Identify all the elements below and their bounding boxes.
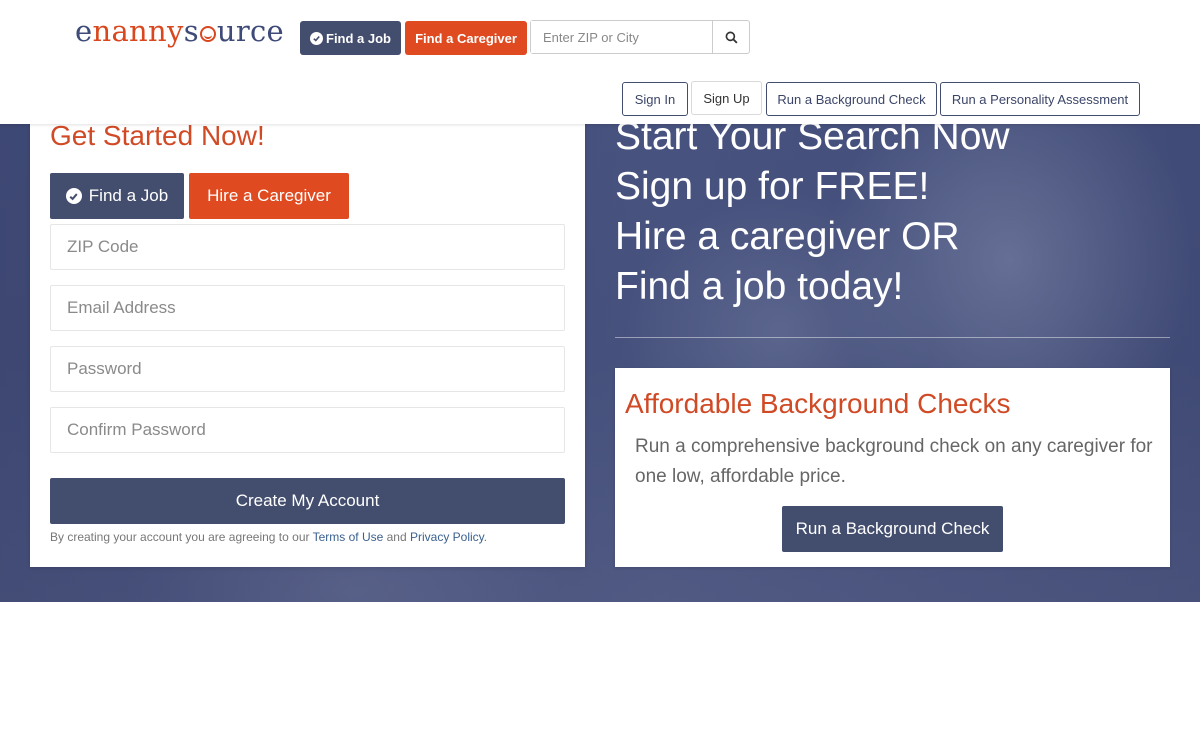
- header-find-caregiver-button[interactable]: Find a Caregiver: [405, 21, 527, 55]
- legal-and: and: [383, 530, 410, 544]
- legal-notice: By creating your account you are agreein…: [50, 530, 487, 544]
- check-circle-icon: [65, 188, 82, 204]
- password-field[interactable]: [50, 346, 565, 392]
- hero-headline: Start Your Search Now Sign up for FREE! …: [615, 112, 1175, 312]
- search-input[interactable]: [531, 21, 712, 53]
- sign-up-label: Sign Up: [703, 90, 750, 106]
- site-header: enannys urce Find a Job Find a Caregiver …: [0, 0, 1200, 124]
- tab-find-job[interactable]: Find a Job: [50, 173, 184, 219]
- background-check-card: Affordable Background Checks Run a compr…: [615, 368, 1170, 567]
- hero-line: Find a job today!: [615, 265, 904, 308]
- sign-up-button[interactable]: Sign Up: [691, 81, 762, 115]
- run-background-check-label: Run a Background Check: [795, 519, 990, 538]
- header-search: [530, 20, 750, 54]
- confirm-password-field[interactable]: [50, 407, 565, 453]
- tab-hire-caregiver[interactable]: Hire a Caregiver: [189, 173, 349, 219]
- legal-suffix: .: [483, 530, 488, 544]
- header-find-job-button[interactable]: Find a Job: [300, 21, 401, 55]
- logo-text-s: s: [183, 14, 199, 48]
- nav-personality-assessment-label: Run a Personality Assessment: [951, 91, 1129, 107]
- terms-of-use-link[interactable]: Terms of Use: [313, 530, 384, 544]
- background-check-description: Run a comprehensive background check on …: [635, 436, 1153, 487]
- create-account-button[interactable]: Create My Account: [50, 478, 565, 524]
- background-check-title: Affordable Background Checks: [625, 388, 1011, 419]
- privacy-policy-link[interactable]: Privacy Policy: [410, 530, 484, 544]
- header-find-job-label: Find a Job: [326, 30, 391, 46]
- logo-text-nanny: nanny: [92, 14, 184, 48]
- tab-hire-caregiver-label: Hire a Caregiver: [207, 186, 331, 205]
- sign-in-button[interactable]: Sign In: [622, 82, 688, 116]
- logo-text-e: e: [75, 14, 93, 48]
- create-account-label: Create My Account: [235, 491, 380, 510]
- check-circle-icon: [310, 31, 323, 45]
- email-field[interactable]: [50, 285, 565, 331]
- run-background-check-button[interactable]: Run a Background Check: [782, 506, 1003, 552]
- signup-card: Get Started Now! Find a Job Hire a Careg…: [30, 100, 585, 567]
- nav-personality-assessment-button[interactable]: Run a Personality Assessment: [940, 82, 1140, 116]
- nav-background-check-label: Run a Background Check: [777, 91, 926, 107]
- nav-background-check-button[interactable]: Run a Background Check: [766, 82, 937, 116]
- signup-title: Get Started Now!: [50, 120, 265, 151]
- legal-prefix: By creating your account you are agreein…: [50, 530, 313, 544]
- sign-in-label: Sign In: [634, 91, 676, 107]
- hero-line: Sign up for FREE!: [615, 165, 930, 208]
- search-icon: [725, 31, 738, 44]
- tab-find-job-label: Find a Job: [88, 186, 169, 205]
- header-find-caregiver-label: Find a Caregiver: [415, 30, 517, 46]
- search-button[interactable]: [712, 21, 749, 53]
- smile-icon: [199, 26, 216, 42]
- divider: [615, 337, 1170, 338]
- zip-code-field[interactable]: [50, 224, 565, 270]
- hero-line: Hire a caregiver OR: [615, 215, 960, 258]
- logo-text-urce: urce: [216, 14, 285, 48]
- logo[interactable]: enannys urce: [75, 14, 284, 48]
